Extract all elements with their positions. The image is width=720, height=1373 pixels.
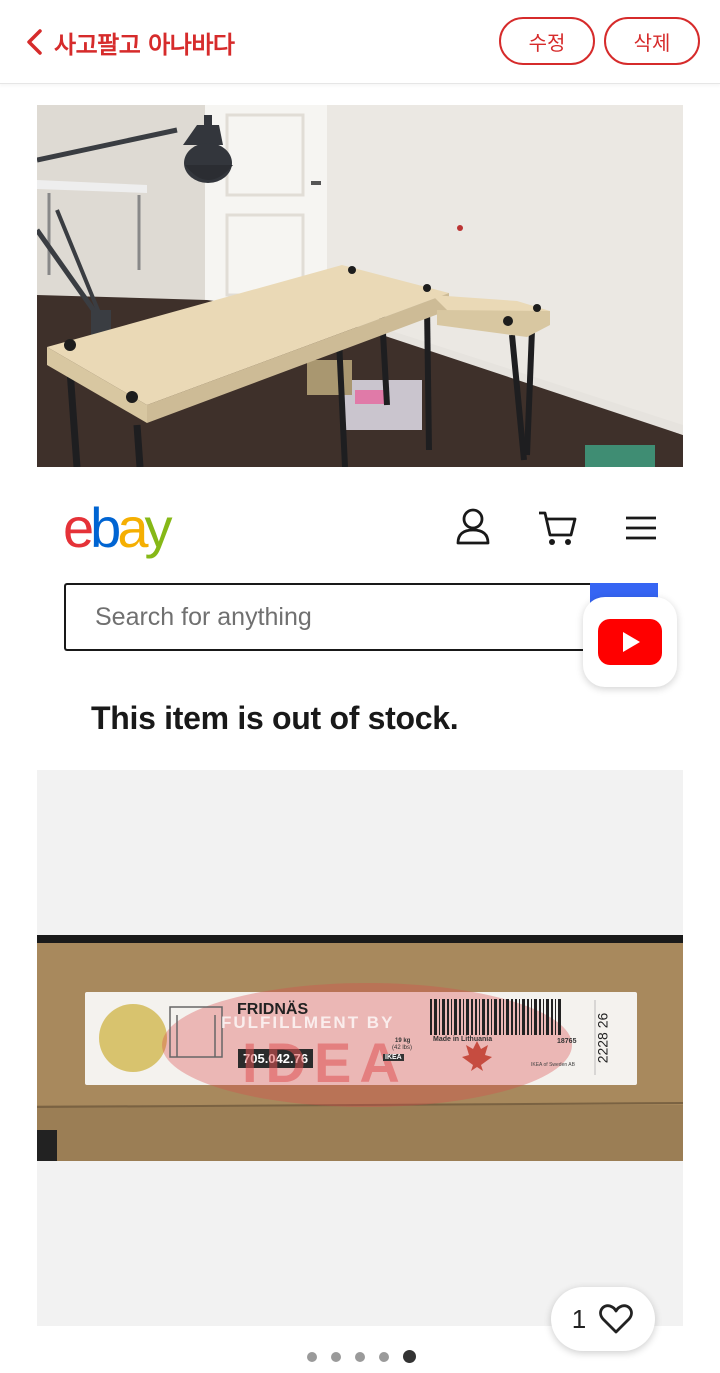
pagination-dot[interactable] <box>355 1351 365 1362</box>
side-code: 2228 26 <box>594 1012 611 1064</box>
ebay-logo-letter-a: a <box>117 496 148 559</box>
box-label-image: FRIDNÄS 705.042.76 FULFILLMENT BY IDEA 1… <box>37 935 683 1161</box>
app-header: 사고팔고 아나바다 수정 삭제 <box>0 0 720 84</box>
pagination-dot[interactable] <box>307 1351 317 1362</box>
back-button[interactable]: 사고팔고 아나바다 <box>24 22 235 62</box>
like-button[interactable]: 1 <box>551 1287 655 1351</box>
user-icon <box>456 508 490 545</box>
gallery-pagination <box>307 1350 416 1363</box>
pagination-dot-active[interactable] <box>403 1350 416 1363</box>
pagination-dot[interactable] <box>331 1351 341 1362</box>
search-input[interactable] <box>66 585 592 649</box>
search-field[interactable] <box>64 583 592 651</box>
brand-label: IKEA <box>383 1054 404 1061</box>
delete-button[interactable]: 삭제 <box>604 17 700 65</box>
youtube-floating-button[interactable] <box>583 597 677 687</box>
ebay-logo[interactable]: ebay <box>63 496 172 560</box>
status-message: This item is out of stock. <box>91 700 459 736</box>
menu-icon <box>626 516 656 540</box>
supplier-label: IKEA of Sweden AB <box>531 1062 575 1068</box>
menu-button[interactable] <box>619 505 663 549</box>
weight-label: 19 kg <box>395 1038 411 1044</box>
watermark-main: IDEA <box>242 1031 408 1094</box>
ebay-logo-letter-e: e <box>63 496 94 559</box>
ebay-logo-letter-b: b <box>90 496 121 559</box>
chevron-left-icon <box>27 29 42 55</box>
desk-photo-image <box>37 105 683 467</box>
watermark-top: FULFILLMENT BY <box>221 1013 395 1032</box>
code-label: 18765 <box>557 1038 577 1045</box>
heart-icon <box>599 1304 634 1334</box>
like-count: 1 <box>571 1303 587 1334</box>
pagination-dot[interactable] <box>379 1351 389 1362</box>
desk-photo[interactable] <box>37 105 683 467</box>
weight-lbs-label: (42 lbs) <box>392 1045 413 1051</box>
account-button[interactable] <box>451 505 495 549</box>
edit-button[interactable]: 수정 <box>499 17 595 65</box>
cart-button[interactable] <box>535 505 579 549</box>
ebay-logo-letter-y: y <box>144 496 172 559</box>
product-photo[interactable]: FRIDNÄS 705.042.76 FULFILLMENT BY IDEA 1… <box>37 770 683 1326</box>
origin-label: Made in Lithuania <box>433 1036 493 1043</box>
cart-icon <box>539 511 577 545</box>
page-title: 사고팔고 아나바다 <box>54 30 235 59</box>
youtube-icon <box>598 619 662 665</box>
